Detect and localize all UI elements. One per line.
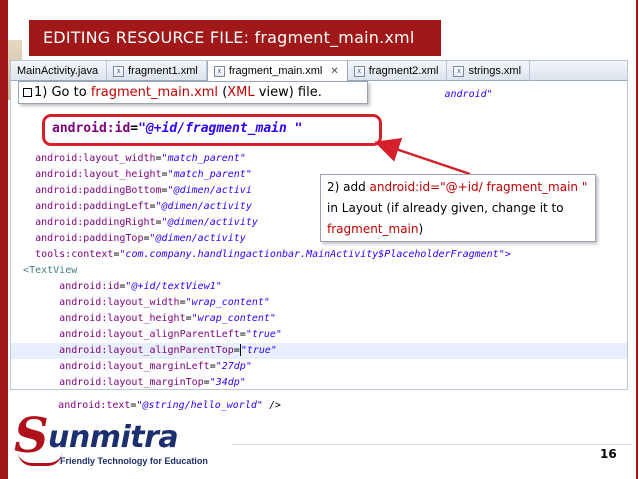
- code-value: "34dp": [209, 377, 246, 388]
- code-line: <TextView: [11, 263, 627, 279]
- highlighted-id-line: android:id="@+id/fragment_main ": [52, 121, 303, 136]
- tab-fragment-main-xml[interactable]: x fragment_main.xml ✕: [206, 61, 348, 81]
- tab-label: fragment2.xml: [368, 64, 439, 77]
- code-attr: android:layout_height: [35, 169, 162, 180]
- tab-strings-xml[interactable]: x strings.xml: [447, 61, 531, 81]
- tab-label: MainActivity.java: [17, 64, 99, 77]
- code-value: "@dimen/activity: [161, 217, 258, 228]
- code-attr: android:layout_marginLeft: [59, 361, 210, 372]
- xml-file-icon: x: [113, 65, 125, 77]
- code-attr: android:layout_marginTop: [59, 377, 204, 388]
- code-attr: android:layout_width: [35, 153, 156, 164]
- code-value: "wrap_content": [185, 297, 270, 308]
- code-attr: android:paddingTop: [35, 233, 144, 244]
- tab-label: fragment_main.xml: [228, 64, 323, 77]
- checkbox-bullet-icon: [23, 88, 32, 97]
- tab-label: fragment1.xml: [128, 64, 198, 77]
- slide-title: EDITING RESOURCE FILE: fragment_main.xml: [29, 20, 441, 56]
- code-value: "@string/hello_world": [136, 400, 263, 411]
- code-attr: android:paddingLeft: [35, 201, 150, 212]
- close-tab-icon[interactable]: ✕: [330, 62, 338, 81]
- code-attr: android:layout_width: [59, 297, 180, 308]
- xml-file-icon: x: [453, 65, 465, 77]
- code-attr: android:id: [59, 281, 120, 292]
- code-line: tools:context="com.company.handlingactio…: [35, 249, 511, 260]
- left-accent-strip: [0, 0, 8, 479]
- code-attr: android:paddingRight: [35, 217, 156, 228]
- code-value: "true": [245, 329, 282, 340]
- editor-tab-bar: MainActivity.java x fragment1.xml x frag…: [11, 61, 627, 81]
- code-value: "match_parent": [161, 153, 246, 164]
- tab-fragment1-xml[interactable]: x fragment1.xml: [107, 61, 207, 81]
- code-value: "com.company.handlingactionbar.MainActiv…: [119, 249, 511, 260]
- code-line: android:layout_alignParentLeft="true": [59, 329, 282, 340]
- code-value: "@dimen/activity: [149, 233, 246, 244]
- code-line-current: android:layout_alignParentTop="true": [11, 343, 627, 359]
- code-line: android:layout_width="wrap_content": [59, 297, 270, 308]
- xml-file-icon: x: [353, 65, 365, 77]
- code-tag-close: />: [262, 400, 281, 411]
- code-line: android:layout_marginLeft="27dp": [59, 361, 252, 372]
- code-value: "@+id/textView1": [125, 281, 222, 292]
- code-attr: tools:context: [35, 249, 114, 260]
- code-value: "27dp": [215, 361, 252, 372]
- tab-mainactivity-java[interactable]: MainActivity.java: [11, 61, 108, 81]
- code-line: android:layout_height="wrap_content": [59, 313, 276, 324]
- code-value: "true": [240, 345, 277, 356]
- code-value: android": [444, 89, 493, 100]
- code-value: "wrap_content": [191, 313, 276, 324]
- page-number: 16: [600, 447, 617, 461]
- code-attr: android:layout_alignParentLeft: [59, 329, 240, 340]
- tab-fragment2-xml[interactable]: x fragment2.xml: [348, 61, 448, 81]
- step1-callout: 1) Go to fragment_main.xml (XML view) fi…: [18, 81, 368, 104]
- logo-tagline: Friendly Technology for Education: [60, 456, 208, 466]
- xml-file-icon: x: [213, 65, 225, 77]
- sunmitra-logo: S unmitra Friendly Technology for Educat…: [14, 412, 224, 474]
- tab-label: strings.xml: [468, 64, 522, 77]
- logo-wordmark: unmitra: [48, 420, 179, 455]
- code-tag: <TextView: [23, 265, 78, 276]
- step2-callout: 2) add android:id="@+id/ fragment_main "…: [320, 174, 596, 242]
- code-line: android:layout_width="match_parent": [35, 153, 246, 164]
- code-attr: android:text: [58, 400, 131, 411]
- code-value: "match_parent": [167, 169, 252, 180]
- code-value: "@dimen/activi: [167, 185, 252, 196]
- code-line: android:layout_marginTop="34dp": [59, 377, 246, 388]
- code-attr: android:paddingBottom: [35, 185, 162, 196]
- code-attr: android:layout_height: [59, 313, 186, 324]
- code-value: "@dimen/activity: [155, 201, 252, 212]
- code-attr: android:layout_alignParentTop: [59, 345, 234, 356]
- code-line: android:id="@+id/textView1": [59, 281, 222, 292]
- footer-divider: [232, 444, 632, 445]
